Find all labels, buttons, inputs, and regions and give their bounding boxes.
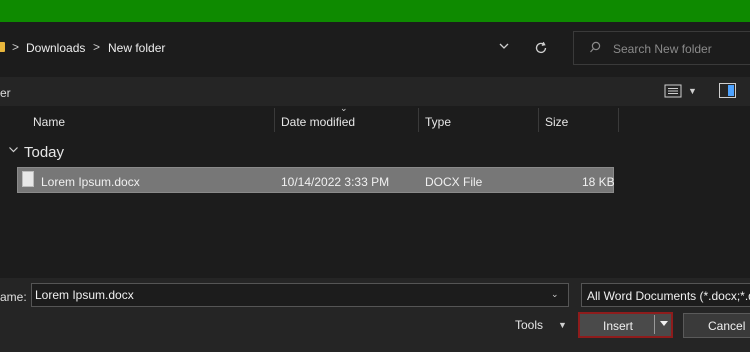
file-name-label: ame: [0, 290, 27, 304]
column-header-date-modified[interactable]: Date modified [281, 115, 355, 129]
breadcrumb-downloads[interactable]: Downloads [26, 41, 85, 55]
file-name: Lorem Ipsum.docx [41, 175, 140, 189]
window-title-bar [0, 0, 750, 22]
file-size: 18 KB [582, 175, 615, 189]
command-toolbar [0, 77, 750, 106]
chevron-down-icon[interactable] [8, 144, 19, 155]
insert-options-chevron-down-icon[interactable] [658, 314, 670, 334]
search-icon [590, 41, 601, 53]
breadcrumb-separator-icon: > [93, 40, 101, 54]
cancel-button-label: Cancel [708, 319, 746, 333]
search-placeholder: Search New folder [613, 42, 712, 56]
sort-chevron-icon: ⌄ [340, 103, 348, 113]
split-divider [654, 315, 655, 334]
insert-button-label: Insert [603, 319, 634, 333]
toolbar-label[interactable]: er [0, 86, 11, 100]
file-type-select[interactable]: All Word Documents (*.docx;*.d [581, 283, 750, 307]
file-name-field[interactable] [31, 283, 569, 307]
chevron-down-icon[interactable] [497, 38, 511, 54]
breadcrumb-new-folder[interactable]: New folder [108, 41, 165, 55]
folder-icon [0, 42, 5, 52]
group-header-today[interactable]: Today [24, 144, 64, 161]
column-header-name[interactable]: Name [33, 115, 65, 129]
column-divider[interactable] [618, 108, 619, 132]
column-divider[interactable] [418, 108, 419, 132]
chevron-down-icon[interactable]: ▼ [688, 86, 697, 96]
column-divider[interactable] [274, 108, 275, 132]
tools-menu-button[interactable]: Tools [515, 318, 543, 332]
column-header-size[interactable]: Size [545, 115, 568, 129]
breadcrumb-separator-icon: > [12, 40, 20, 54]
chevron-down-icon[interactable]: ▼ [558, 320, 567, 330]
file-type: DOCX File [425, 175, 483, 189]
column-header-type[interactable]: Type [425, 115, 451, 129]
chevron-down-icon[interactable]: ⌄ [551, 289, 559, 300]
details-view-icon[interactable] [664, 84, 682, 98]
file-date-modified: 10/14/2022 3:33 PM [281, 175, 390, 189]
document-icon [22, 171, 34, 187]
refresh-icon[interactable] [533, 40, 549, 56]
column-divider[interactable] [538, 108, 539, 132]
preview-pane-icon[interactable] [719, 83, 736, 98]
